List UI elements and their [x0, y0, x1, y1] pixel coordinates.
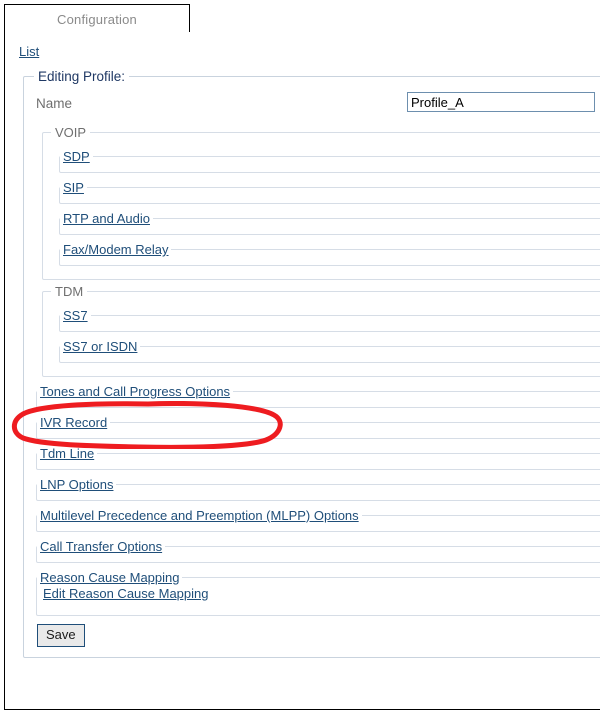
voip-item-rtp-and-audio-legend: RTP and Audio: [60, 211, 153, 226]
item-mlpp-options-legend: Multilevel Precedence and Preemption (ML…: [37, 508, 362, 523]
item-tdm-line-legend: Tdm Line: [37, 446, 97, 461]
link-edit-reason-cause-mapping[interactable]: Edit Reason Cause Mapping: [43, 586, 209, 601]
content-inner: List Editing Profile: Name VOIP SDP SIP: [5, 32, 600, 666]
reason-cause-mapping-fieldset: Reason Cause Mapping Edit Reason Cause M…: [36, 570, 600, 616]
profile-name-input[interactable]: [407, 92, 595, 112]
tdm-item-ss7[interactable]: SS7: [59, 308, 600, 332]
link-ivr-record[interactable]: IVR Record: [40, 415, 107, 430]
voip-section: VOIP SDP SIP RTP and Audio Fax/Modem Rel…: [42, 125, 600, 280]
link-reason-cause-mapping[interactable]: Reason Cause Mapping: [40, 570, 179, 585]
voip-item-sip-legend: SIP: [60, 180, 87, 195]
link-ss7-or-isdn[interactable]: SS7 or ISDN: [63, 339, 137, 354]
item-ivr-record[interactable]: IVR Record: [36, 415, 600, 439]
save-button[interactable]: Save: [37, 624, 85, 647]
item-ivr-record-legend: IVR Record: [37, 415, 110, 430]
link-rtp-and-audio[interactable]: RTP and Audio: [63, 211, 150, 226]
link-sdp[interactable]: SDP: [63, 149, 90, 164]
name-row: Name: [36, 91, 600, 121]
editing-profile-fieldset: Editing Profile: Name VOIP SDP SIP: [23, 69, 600, 658]
tdm-item-ss7-or-isdn[interactable]: SS7 or ISDN: [59, 339, 600, 363]
item-tones-and-call-progress-options-legend: Tones and Call Progress Options: [37, 384, 233, 399]
tab-configuration[interactable]: Configuration: [4, 4, 190, 33]
item-lnp-options-legend: LNP Options: [37, 477, 116, 492]
tdm-section-legend: TDM: [55, 284, 84, 299]
reason-cause-mapping-legend: Reason Cause Mapping: [37, 570, 182, 585]
voip-item-sip[interactable]: SIP: [59, 180, 600, 204]
tab-strip: Configuration: [4, 4, 600, 34]
item-tdm-line[interactable]: Tdm Line: [36, 446, 600, 470]
item-call-transfer-options[interactable]: Call Transfer Options: [36, 539, 600, 563]
link-sip[interactable]: SIP: [63, 180, 84, 195]
item-lnp-options[interactable]: LNP Options: [36, 477, 600, 501]
editing-profile-legend: Editing Profile:: [38, 69, 126, 84]
link-call-transfer-options[interactable]: Call Transfer Options: [40, 539, 162, 554]
link-lnp-options[interactable]: LNP Options: [40, 477, 113, 492]
item-mlpp-options[interactable]: Multilevel Precedence and Preemption (ML…: [36, 508, 600, 532]
link-tones-and-call-progress-options[interactable]: Tones and Call Progress Options: [40, 384, 230, 399]
link-mlpp-options[interactable]: Multilevel Precedence and Preemption (ML…: [40, 508, 359, 523]
voip-item-sdp[interactable]: SDP: [59, 149, 600, 173]
item-tones-and-call-progress-options[interactable]: Tones and Call Progress Options: [36, 384, 600, 408]
tdm-item-ss7-or-isdn-legend: SS7 or ISDN: [60, 339, 140, 354]
tdm-item-ss7-legend: SS7: [60, 308, 91, 323]
voip-item-sdp-legend: SDP: [60, 149, 93, 164]
reason-cause-mapping-body: Edit Reason Cause Mapping: [37, 585, 600, 601]
voip-section-legend: VOIP: [55, 125, 87, 140]
tab-configuration-label: Configuration: [57, 12, 137, 27]
voip-item-fax-modem-relay-legend: Fax/Modem Relay: [60, 242, 171, 257]
name-label: Name: [36, 96, 73, 111]
link-tdm-line[interactable]: Tdm Line: [40, 446, 94, 461]
link-fax-modem-relay[interactable]: Fax/Modem Relay: [63, 242, 168, 257]
link-ss7[interactable]: SS7: [63, 308, 88, 323]
tdm-section: TDM SS7 SS7 or ISDN: [42, 284, 600, 377]
voip-item-fax-modem-relay[interactable]: Fax/Modem Relay: [59, 242, 600, 266]
voip-item-rtp-and-audio[interactable]: RTP and Audio: [59, 211, 600, 235]
content-panel: List Editing Profile: Name VOIP SDP SIP: [4, 32, 600, 710]
breadcrumb-list-link[interactable]: List: [19, 44, 39, 59]
item-call-transfer-options-legend: Call Transfer Options: [37, 539, 165, 554]
